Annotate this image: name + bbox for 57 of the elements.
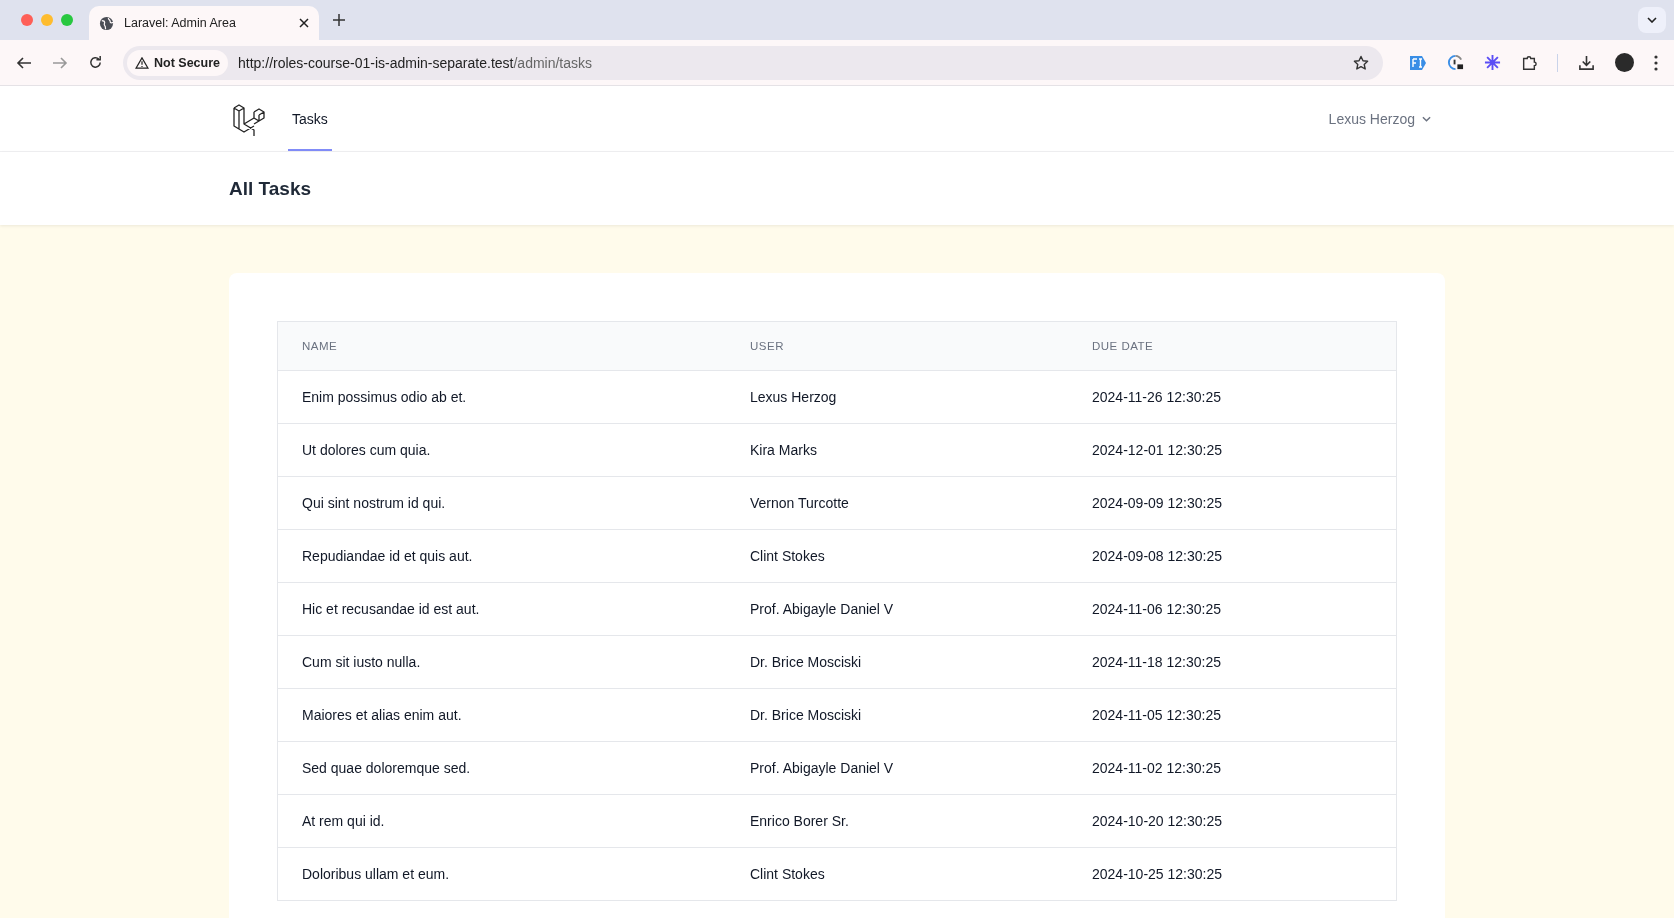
table-cell: Hic et recusandae id est aut. (277, 582, 726, 636)
table-cell: Enim possimus odio ab et. (277, 370, 726, 424)
column-header: NAME (277, 321, 726, 371)
puzzle-icon[interactable] (1521, 54, 1537, 71)
table-cell: Repudiandae id et quis aut. (277, 529, 726, 583)
table-cell: 2024-10-25 12:30:25 (1068, 847, 1397, 901)
browser-tab[interactable]: Laravel: Admin Area (89, 6, 319, 40)
profile-avatar[interactable] (1615, 53, 1634, 72)
globe-icon (99, 15, 114, 31)
security-chip[interactable]: Not Secure (127, 49, 228, 76)
table-cell: Dr. Brice Mosciski (726, 635, 1068, 689)
new-tab-icon[interactable] (333, 14, 345, 26)
table-cell: 2024-11-26 12:30:25 (1068, 370, 1397, 424)
close-tab-icon[interactable] (299, 18, 309, 28)
extension-icon[interactable] (1409, 54, 1427, 71)
menu-icon[interactable] (1654, 54, 1658, 71)
table-cell: Cum sit iusto nulla. (277, 635, 726, 689)
table-cell: Dr. Brice Mosciski (726, 688, 1068, 742)
table-cell: Clint Stokes (726, 847, 1068, 901)
table-cell: 2024-09-08 12:30:25 (1068, 529, 1397, 583)
table-cell: Ut dolores cum quia. (277, 423, 726, 477)
url-text: http://roles-course-01-is-admin-separate.test/admin/tasks (238, 54, 593, 71)
table-cell: 2024-11-02 12:30:25 (1068, 741, 1397, 795)
table-cell: Enrico Borer Sr. (726, 794, 1068, 848)
gauge-lock-icon[interactable] (1447, 54, 1464, 71)
table-cell: Qui sint nostrum id qui. (277, 476, 726, 530)
table-cell: 2024-12-01 12:30:25 (1068, 423, 1397, 477)
reload-icon[interactable] (88, 55, 103, 70)
table-cell: 2024-09-09 12:30:25 (1068, 476, 1397, 530)
table-cell: 2024-10-20 12:30:25 (1068, 794, 1397, 848)
table-cell: Kira Marks (726, 423, 1068, 477)
back-icon[interactable] (16, 54, 32, 71)
warning-icon (135, 56, 149, 69)
table-cell: Doloribus ullam et eum. (277, 847, 726, 901)
table-cell: Clint Stokes (726, 529, 1068, 583)
address-bar[interactable]: Not Secure http://roles-course-01-is-admin-separate.test/admin/tasks (123, 45, 1383, 80)
user-menu-button[interactable]: Lexus Herzog (1328, 86, 1445, 151)
asterisk-icon[interactable] (1484, 54, 1501, 71)
page-title: All Tasks (229, 177, 313, 200)
table-cell: 2024-11-05 12:30:25 (1068, 688, 1397, 742)
table-cell: Prof. Abigayle Daniel V (726, 741, 1068, 795)
bookmark-star-icon[interactable] (1353, 54, 1369, 71)
table-cell: Vernon Turcotte (726, 476, 1068, 530)
chevron-down-icon (1647, 17, 1657, 23)
table-cell: 2024-11-18 12:30:25 (1068, 635, 1397, 689)
table-cell: At rem qui id. (277, 794, 726, 848)
column-header: DUE DATE (1068, 321, 1397, 371)
table-cell: Lexus Herzog (726, 370, 1068, 424)
column-header: USER (726, 321, 1068, 371)
chevron-down-icon (1422, 115, 1431, 122)
table-cell: 2024-11-06 12:30:25 (1068, 582, 1397, 636)
table-cell: Prof. Abigayle Daniel V (726, 582, 1068, 636)
tab-list-button[interactable] (1638, 7, 1666, 33)
download-icon[interactable] (1578, 54, 1595, 71)
table-cell: Maiores et alias enim aut. (277, 688, 726, 742)
forward-icon[interactable] (52, 54, 68, 71)
table-cell: Sed quae doloremque sed. (277, 741, 726, 795)
